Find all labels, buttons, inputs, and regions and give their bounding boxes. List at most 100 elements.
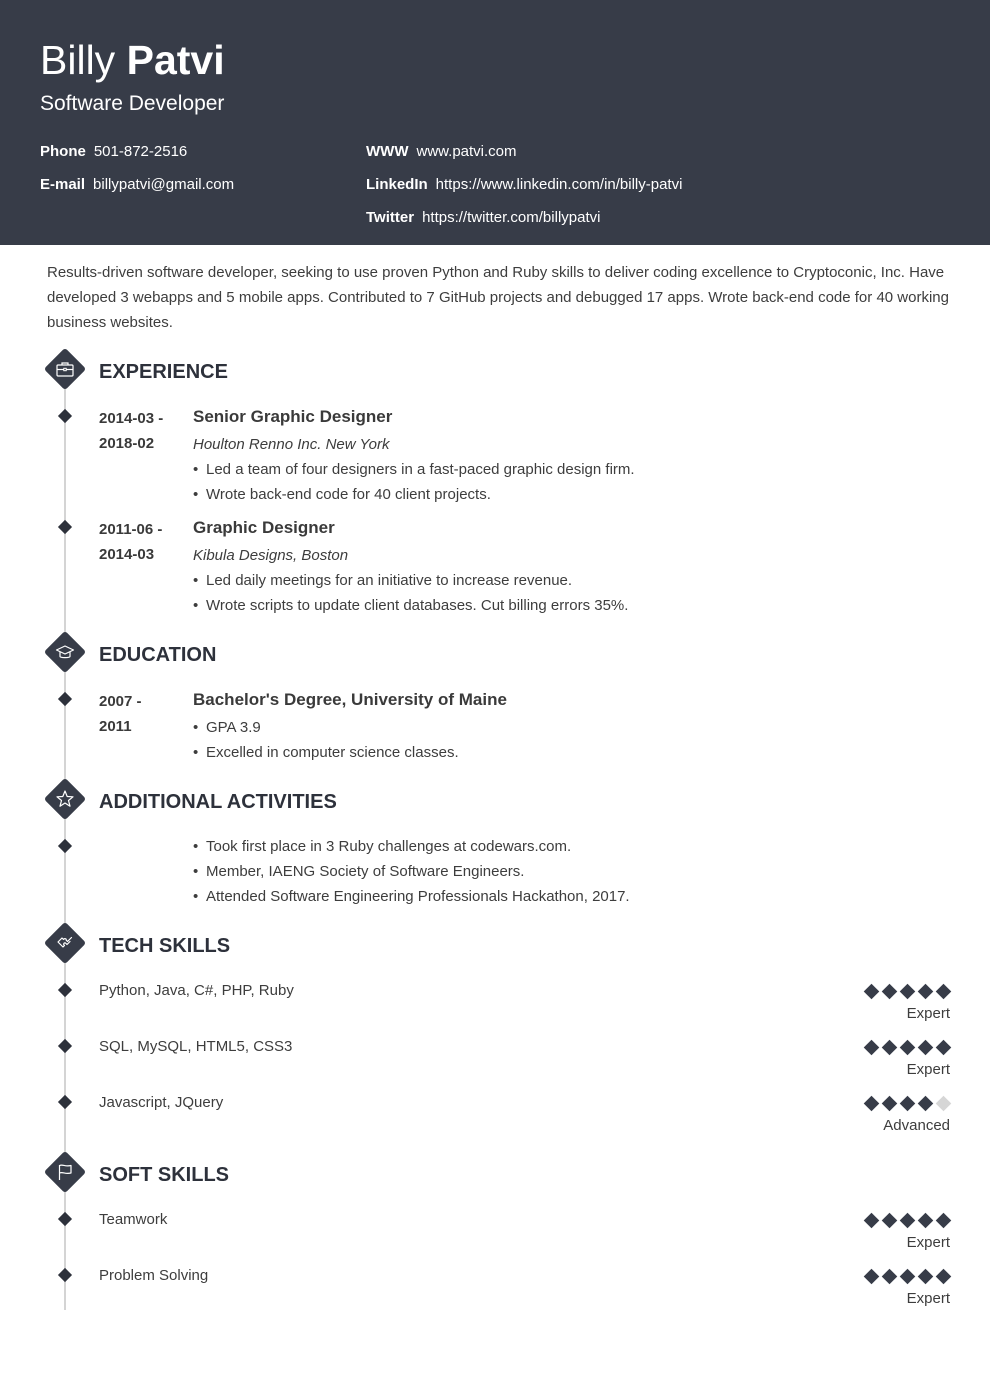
contact-website: WWW www.patvi.com <box>366 142 517 162</box>
timeline-dot <box>57 519 73 535</box>
bullet-item: Led daily meetings for an initiative to … <box>193 568 893 593</box>
rating-diamond-filled <box>881 1268 898 1285</box>
experience-date: 2014-03 - 2018-02 <box>99 406 163 456</box>
experience-heading: EXPERIENCE <box>99 361 228 383</box>
rating-diamond-filled <box>899 983 916 1000</box>
skill-rating <box>863 1212 952 1229</box>
contact-label: WWW <box>366 143 409 160</box>
soft-skills-heading: SOFT SKILLS <box>99 1164 229 1186</box>
first-name: Billy <box>40 37 116 83</box>
candidate-name: Billy Patvi <box>40 37 225 83</box>
rating-diamond-filled <box>881 1212 898 1229</box>
puzzle-icon <box>57 936 73 948</box>
timeline-dot <box>57 1094 73 1110</box>
timeline-dot <box>57 838 73 854</box>
skill-rating <box>863 1095 952 1112</box>
graduation-cap-icon <box>55 645 75 659</box>
contact-value[interactable]: https://twitter.com/billypatvi <box>422 209 600 226</box>
timeline-dot <box>57 408 73 424</box>
experience-section-icon <box>43 347 87 391</box>
rating-diamond-filled <box>917 1039 934 1056</box>
contact-email: E-mail billypatvi@gmail.com <box>40 175 234 195</box>
experience-entry: Senior Graphic Designer Houlton Renno In… <box>193 406 893 507</box>
skill-level: Expert <box>906 1005 950 1022</box>
job-role: Graphic Designer <box>193 518 335 537</box>
skill-name: Teamwork <box>99 1211 168 1228</box>
bullet-item: Excelled in computer science classes. <box>193 740 893 765</box>
skill-name: Python, Java, C#, PHP, Ruby <box>99 982 294 999</box>
rating-diamond-filled <box>863 1212 880 1229</box>
flag-icon <box>58 1164 72 1180</box>
rating-diamond-filled <box>881 983 898 1000</box>
date-start: 2011-06 - <box>99 521 163 538</box>
skill-level: Expert <box>906 1234 950 1251</box>
experience-entry: Graphic Designer Kibula Designs, Boston … <box>193 517 893 618</box>
skill-level: Expert <box>906 1061 950 1078</box>
contact-phone: Phone 501-872-2516 <box>40 142 187 162</box>
education-date: 2007 - 2011 <box>99 689 142 739</box>
rating-diamond-filled <box>917 1095 934 1112</box>
resume-header: Billy Patvi Software Developer Phone 501-… <box>0 0 990 245</box>
job-title: Software Developer <box>40 92 225 115</box>
bullet-item: GPA 3.9 <box>193 715 893 740</box>
bullet-list: Led daily meetings for an initiative to … <box>193 568 893 618</box>
education-heading: EDUCATION <box>99 644 217 666</box>
activities-entry: Took first place in 3 Ruby challenges at… <box>193 834 893 909</box>
skill-rating <box>863 983 952 1000</box>
contact-value[interactable]: https://www.linkedin.com/in/billy-patvi <box>436 176 683 193</box>
contact-value[interactable]: 501-872-2516 <box>94 143 187 160</box>
activities-section-icon <box>43 777 87 821</box>
rating-diamond-filled <box>935 983 952 1000</box>
rating-diamond-filled <box>917 1268 934 1285</box>
rating-diamond-empty <box>935 1095 952 1112</box>
company-name: Kibula Designs, Boston <box>193 547 349 564</box>
rating-diamond-filled <box>917 983 934 1000</box>
bullet-item: Attended Software Engineering Profession… <box>193 884 893 909</box>
contact-label: E-mail <box>40 176 86 193</box>
timeline-dot <box>57 1038 73 1054</box>
rating-diamond-filled <box>899 1268 916 1285</box>
rating-diamond-filled <box>935 1039 952 1056</box>
activities-heading: ADDITIONAL ACTIVITIES <box>99 791 337 813</box>
skill-name: SQL, MySQL, HTML5, CSS3 <box>99 1038 293 1055</box>
date-end: 2014-03 <box>99 546 155 563</box>
bullet-item: Took first place in 3 Ruby challenges at… <box>193 834 893 859</box>
star-icon <box>56 790 74 807</box>
skill-name: Javascript, JQuery <box>99 1094 224 1111</box>
soft-skills-section-icon <box>43 1150 87 1194</box>
date-end: 2011 <box>99 718 132 735</box>
tech-skills-section-icon <box>43 921 87 965</box>
rating-diamond-filled <box>917 1212 934 1229</box>
bullet-item: Led a team of four designers in a fast-p… <box>193 457 893 482</box>
company-name: Houlton Renno Inc. New York <box>193 436 390 453</box>
summary-paragraph: Results-driven software developer, seeki… <box>47 264 949 331</box>
contact-value[interactable]: www.patvi.com <box>416 143 516 160</box>
last-name: Patvi <box>126 37 225 83</box>
contact-value[interactable]: billypatvi@gmail.com <box>93 176 234 193</box>
contact-label: Phone <box>40 143 86 160</box>
rating-diamond-filled <box>881 1095 898 1112</box>
skill-rating <box>863 1039 952 1056</box>
timeline-dot <box>57 1211 73 1227</box>
education-entry: Bachelor's Degree, University of Maine G… <box>193 689 893 765</box>
date-start: 2014-03 - <box>99 410 164 427</box>
rating-diamond-filled <box>935 1212 952 1229</box>
contact-label: LinkedIn <box>366 176 428 193</box>
timeline-dot <box>57 982 73 998</box>
bullet-item: Member, IAENG Society of Software Engine… <box>193 859 893 884</box>
bullet-item: Wrote back-end code for 40 client projec… <box>193 482 893 507</box>
rating-diamond-filled <box>899 1212 916 1229</box>
briefcase-icon <box>56 362 74 377</box>
contact-twitter: Twitter https://twitter.com/billypatvi <box>366 208 600 228</box>
rating-diamond-filled <box>935 1268 952 1285</box>
rating-diamond-filled <box>863 983 880 1000</box>
timeline-dot <box>57 1267 73 1283</box>
skill-rating <box>863 1268 952 1285</box>
bullet-item: Wrote scripts to update client databases… <box>193 593 893 618</box>
rating-diamond-filled <box>881 1039 898 1056</box>
bullet-list: Led a team of four designers in a fast-p… <box>193 457 893 507</box>
rating-diamond-filled <box>899 1095 916 1112</box>
timeline-dot <box>57 691 73 707</box>
bullet-list: Took first place in 3 Ruby challenges at… <box>193 834 893 909</box>
bullet-list: GPA 3.9 Excelled in computer science cla… <box>193 715 893 765</box>
